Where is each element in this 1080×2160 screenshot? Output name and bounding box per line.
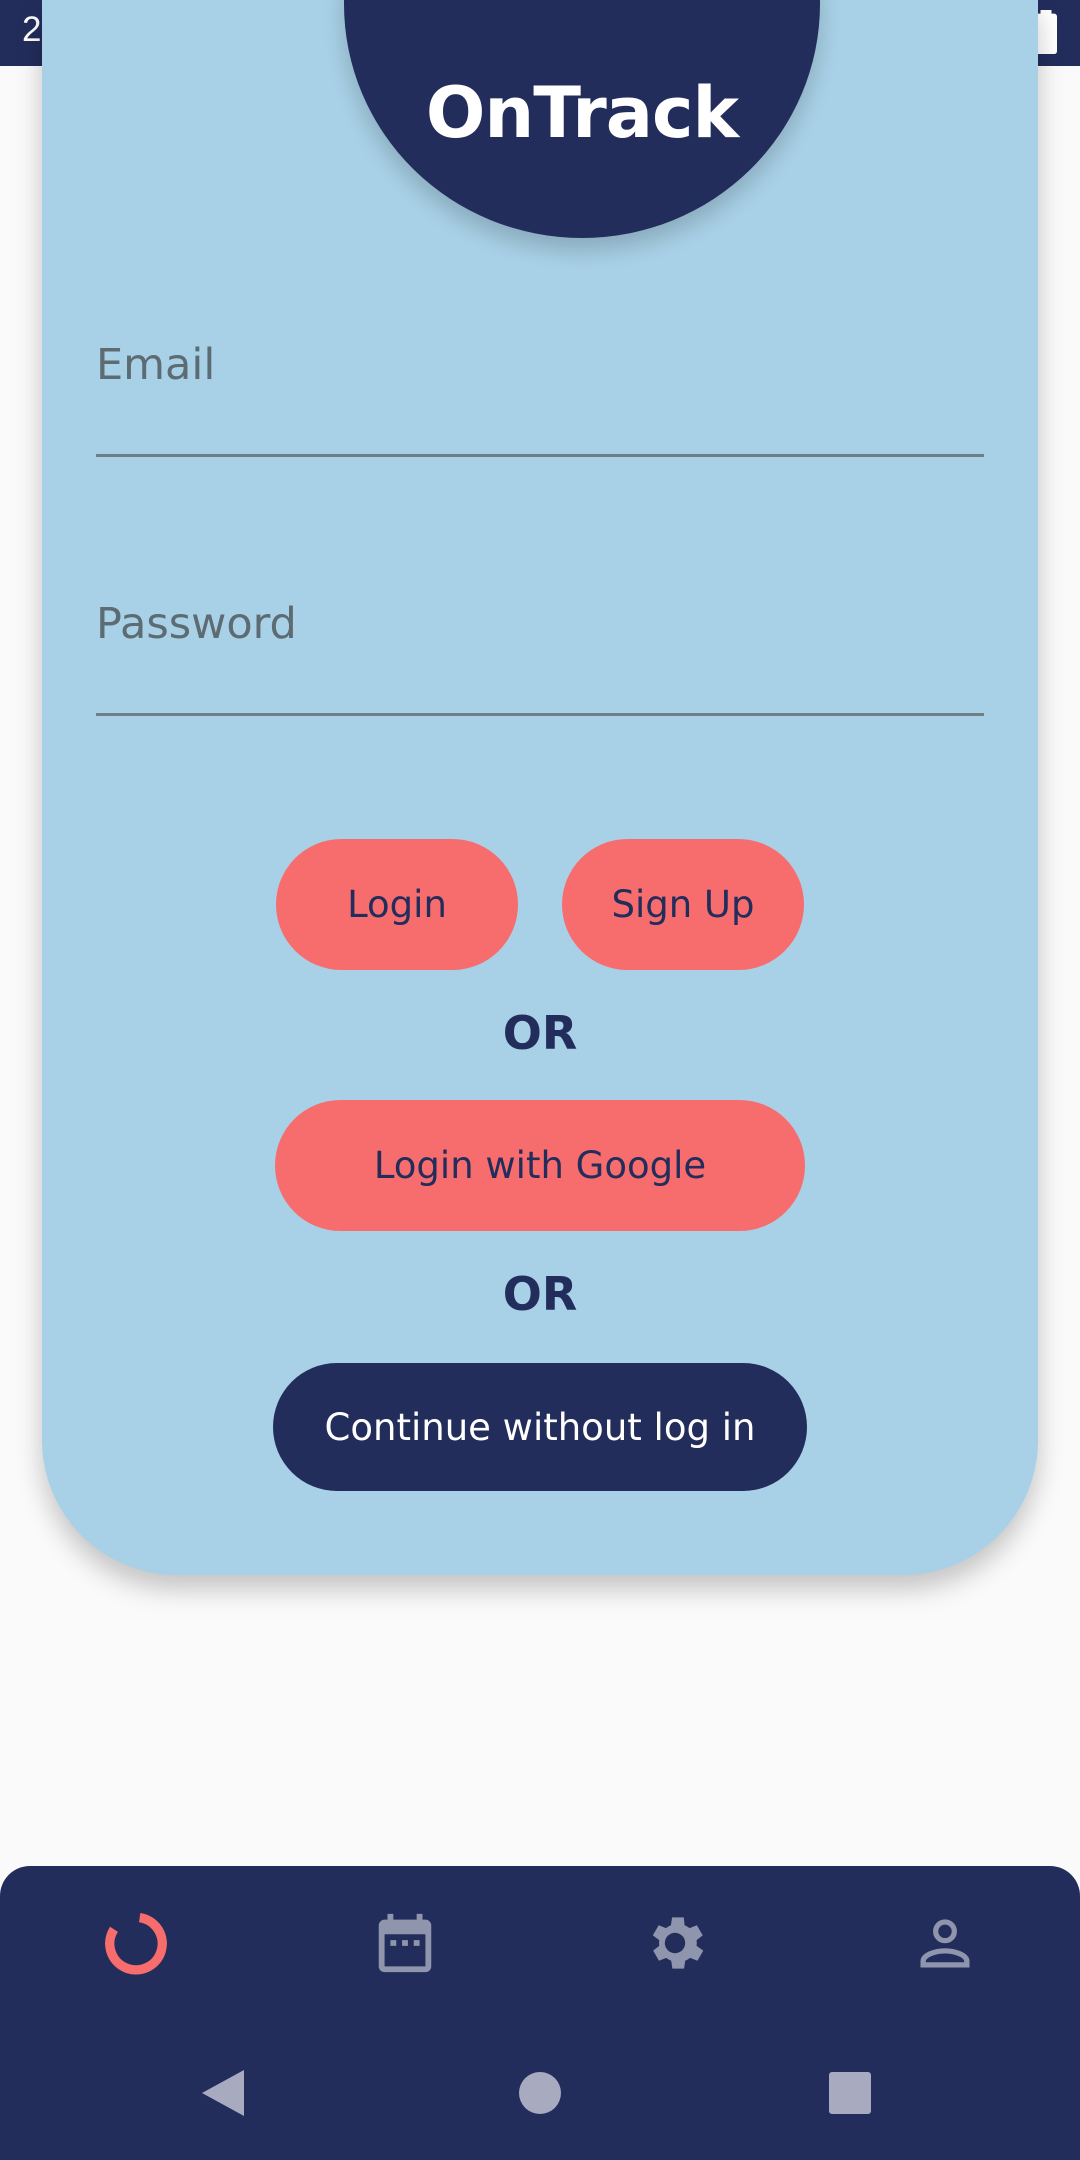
password-underline [96,713,984,716]
sign-up-button[interactable]: Sign Up [562,839,804,970]
nav-progress-ring-icon[interactable] [100,1908,170,1978]
google-login-button[interactable]: Login with Google [275,1100,805,1231]
nav-calendar-icon[interactable] [370,1908,440,1978]
nav-settings-icon[interactable] [640,1908,710,1978]
email-underline [96,454,984,457]
password-field[interactable]: Password [96,599,984,719]
home-icon[interactable] [518,2071,562,2119]
or-divider-1: OR [502,1006,578,1060]
login-button[interactable]: Login [276,839,518,970]
nav-profile-icon[interactable] [910,1908,980,1978]
continue-as-guest-button[interactable]: Continue without log in [273,1363,807,1491]
or-divider-2: OR [502,1267,578,1321]
email-field[interactable]: Email [96,340,984,460]
login-card: OnTrack [42,0,1038,1575]
password-placeholder: Password [96,599,297,649]
recents-icon[interactable] [829,2072,871,2118]
back-icon[interactable] [200,2068,246,2122]
email-placeholder: Email [96,340,216,390]
app-title: OnTrack [425,72,739,154]
